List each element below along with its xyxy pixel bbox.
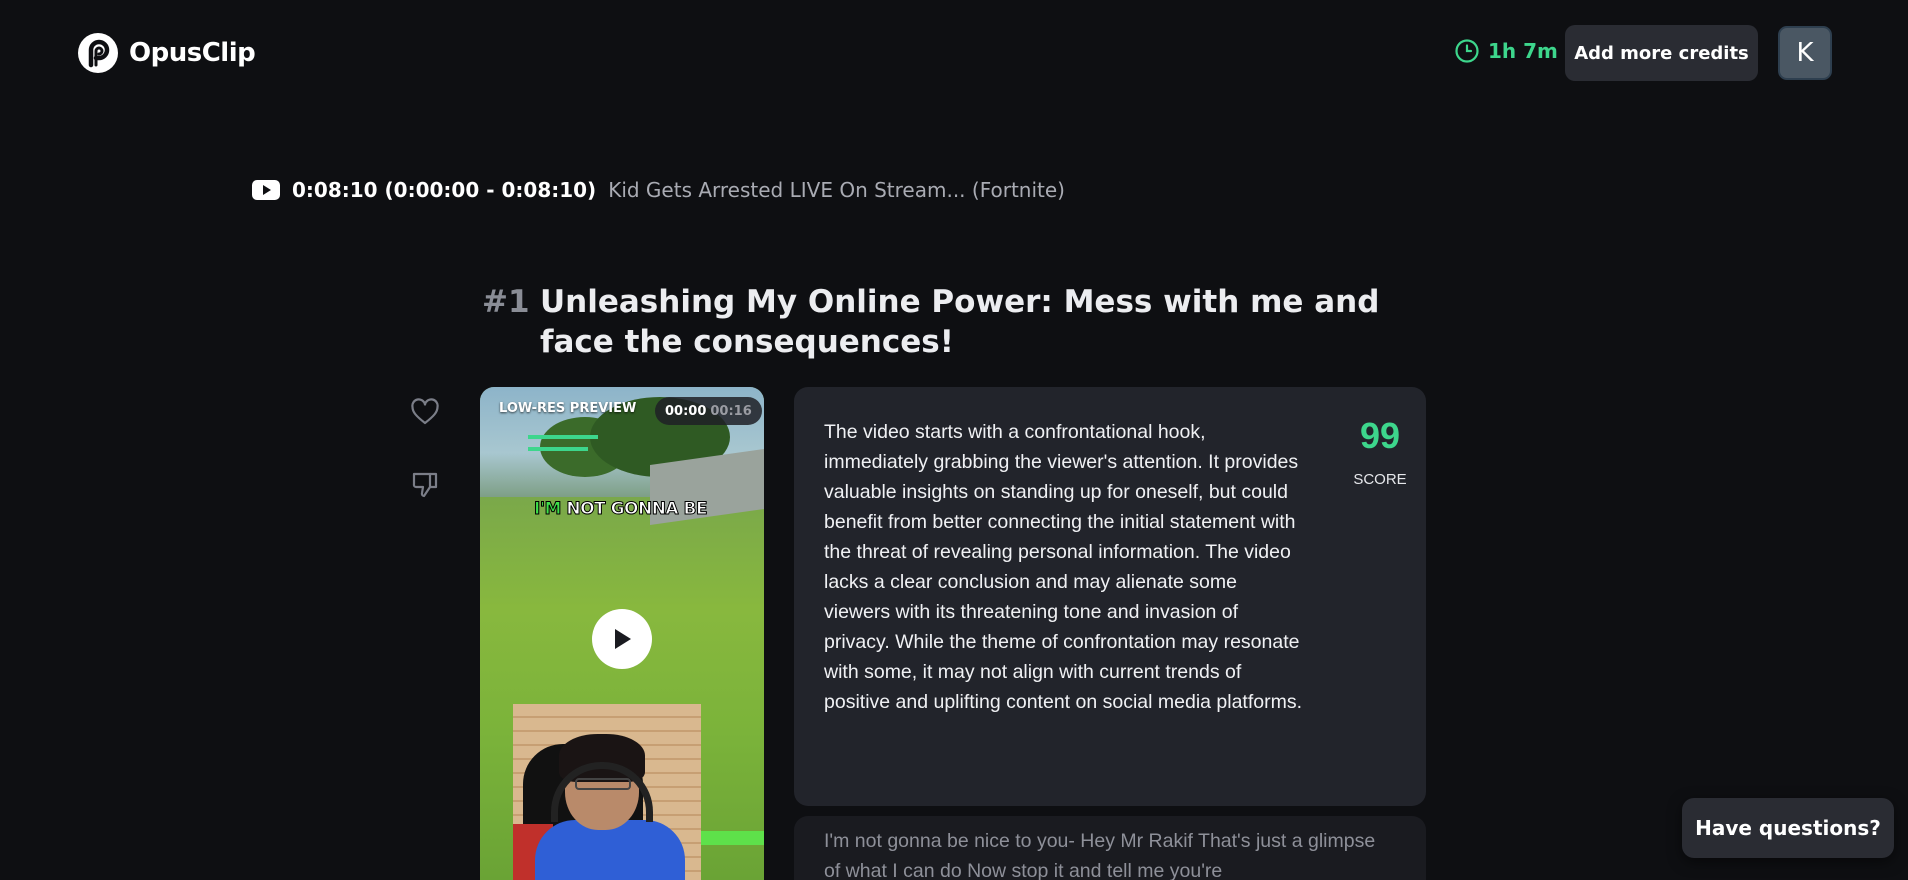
transcript-text: I'm not gonna be nice to you- Hey Mr Rak… [824,830,1376,880]
source-title[interactable]: Kid Gets Arrested LIVE On Stream... (For… [608,178,1065,202]
top-header: OpusClip 1h 7m Add more credits K [0,0,1908,106]
logo-text: OpusClip [129,38,256,68]
hud-bar [528,447,588,451]
caption-highlight: I'M [534,499,562,520]
source-video-info: 0:08:10 (0:00:00 - 0:08:10) Kid Gets Arr… [252,178,1065,202]
score-label: SCORE [1353,471,1407,488]
heart-icon[interactable] [410,398,440,426]
transcript-panel: I'm not gonna be nice to you- Hey Mr Rak… [794,816,1426,880]
caption-rest: NOT GONNA BE [566,499,708,520]
video-frame-strip [701,831,764,845]
source-duration: 0:08:10 (0:00:00 - 0:08:10) [292,178,597,202]
total-time: 00:16 [710,403,752,419]
video-caption: I'M NOT GONNA BE [534,499,709,520]
clip-title: Unleashing My Online Power: Mess with me… [540,284,1380,360]
avatar[interactable]: K [1778,26,1832,80]
preview-label: LOW-RES PREVIEW [499,401,637,416]
youtube-icon [252,180,280,200]
avatar-initial: K [1796,38,1814,68]
clip-analysis-text: The video starts with a confrontational … [824,421,1303,713]
hud-bar [528,435,598,439]
have-questions-button[interactable]: Have questions? [1682,798,1894,858]
credits-text: 1h 7m [1488,39,1558,63]
play-icon [615,629,631,649]
video-time-pill: 00:00 00:16 [655,397,762,425]
video-frame-webcam [513,704,701,880]
video-frame-hud [528,425,608,465]
play-button[interactable] [592,609,652,669]
add-credits-button[interactable]: Add more credits [1565,25,1758,81]
credits-remaining: 1h 7m [1454,38,1558,64]
virality-score: 99 [1359,415,1401,456]
thumbs-down-icon[interactable] [410,469,440,499]
logo[interactable]: OpusClip [77,32,256,74]
clip-video-player[interactable]: LOW-RES PREVIEW 00:00 00:16 I'M NOT GONN… [480,387,764,880]
current-time: 00:00 [665,403,707,419]
clip-number: #1 [482,284,530,320]
opusclip-logo-icon [78,33,118,73]
analysis-panel: The video starts with a confrontational … [794,387,1426,806]
clock-icon [1455,39,1479,63]
